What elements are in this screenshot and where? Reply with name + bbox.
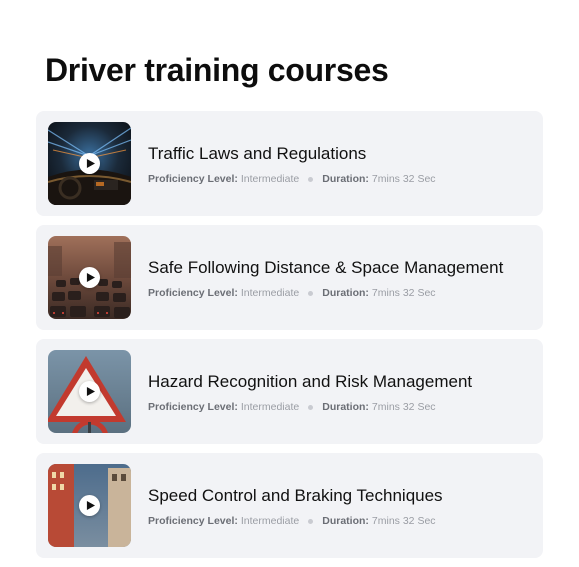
play-button[interactable] bbox=[79, 267, 100, 288]
proficiency-value: Intermediate bbox=[240, 515, 300, 527]
course-meta: Proficiency Level: Intermediate Duration… bbox=[148, 514, 436, 528]
course-title[interactable]: Traffic Laws and Regulations bbox=[148, 143, 366, 165]
proficiency-value: Intermediate bbox=[240, 173, 300, 185]
separator-dot bbox=[308, 176, 314, 182]
course-card-following-distance[interactable]: Safe Following Distance & Space Manageme… bbox=[36, 225, 543, 330]
duration-label: Duration: bbox=[322, 515, 369, 527]
proficiency-value: Intermediate bbox=[240, 401, 300, 413]
proficiency-value: Intermediate bbox=[240, 287, 300, 299]
proficiency-label: Proficiency Level: bbox=[148, 287, 238, 299]
play-icon bbox=[86, 273, 95, 282]
play-button[interactable] bbox=[79, 381, 100, 402]
play-button[interactable] bbox=[79, 153, 100, 174]
page-title: Driver training courses bbox=[45, 52, 389, 88]
course-title[interactable]: Safe Following Distance & Space Manageme… bbox=[148, 257, 503, 279]
course-thumbnail[interactable] bbox=[48, 350, 131, 433]
course-meta: Proficiency Level: Intermediate Duration… bbox=[148, 172, 436, 186]
duration-value: 7mins 32 Sec bbox=[371, 287, 436, 299]
play-button[interactable] bbox=[79, 495, 100, 516]
proficiency-label: Proficiency Level: bbox=[148, 173, 238, 185]
play-icon bbox=[86, 387, 95, 396]
duration-value: 7mins 32 Sec bbox=[371, 515, 436, 527]
course-meta: Proficiency Level: Intermediate Duration… bbox=[148, 286, 436, 300]
duration-label: Duration: bbox=[322, 173, 369, 185]
proficiency-label: Proficiency Level: bbox=[148, 401, 238, 413]
course-thumbnail[interactable] bbox=[48, 236, 131, 319]
course-thumbnail[interactable] bbox=[48, 122, 131, 205]
course-meta: Proficiency Level: Intermediate Duration… bbox=[148, 400, 436, 414]
course-card-hazard-recognition[interactable]: Hazard Recognition and Risk Management P… bbox=[36, 339, 543, 444]
separator-dot bbox=[308, 290, 314, 296]
proficiency-label: Proficiency Level: bbox=[148, 515, 238, 527]
duration-label: Duration: bbox=[322, 287, 369, 299]
duration-value: 7mins 32 Sec bbox=[371, 401, 436, 413]
course-list: Traffic Laws and Regulations Proficiency… bbox=[36, 111, 543, 567]
duration-label: Duration: bbox=[322, 401, 369, 413]
play-icon bbox=[86, 159, 95, 168]
separator-dot bbox=[308, 404, 314, 410]
course-title[interactable]: Hazard Recognition and Risk Management bbox=[148, 371, 472, 393]
course-thumbnail[interactable] bbox=[48, 464, 131, 547]
separator-dot bbox=[308, 518, 314, 524]
course-card-traffic-laws[interactable]: Traffic Laws and Regulations Proficiency… bbox=[36, 111, 543, 216]
play-icon bbox=[86, 501, 95, 510]
duration-value: 7mins 32 Sec bbox=[371, 173, 436, 185]
course-card-speed-control[interactable]: Speed Control and Braking Techniques Pro… bbox=[36, 453, 543, 558]
